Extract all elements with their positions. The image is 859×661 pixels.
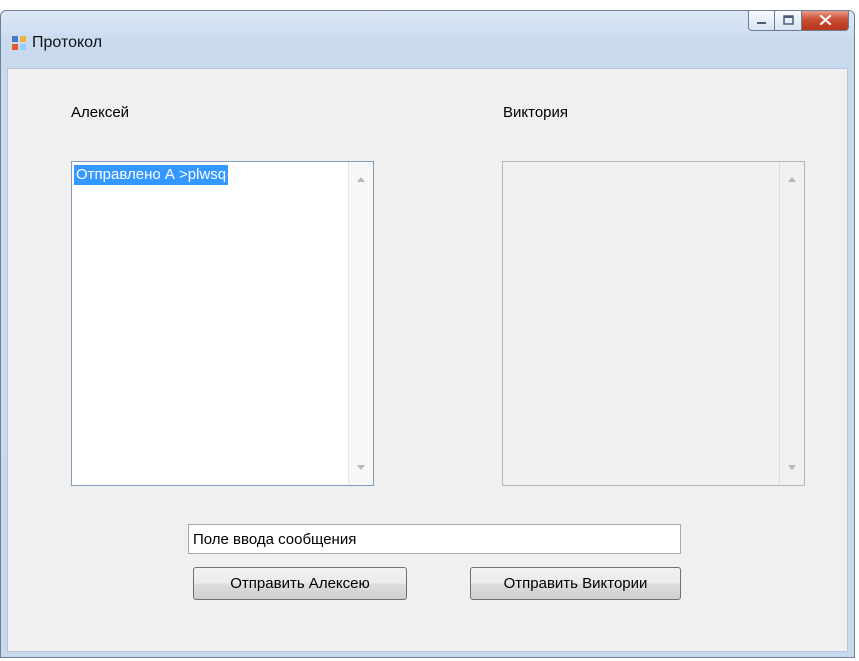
message-input[interactable] bbox=[188, 524, 681, 554]
viktoria-scrollbar[interactable] bbox=[779, 162, 804, 485]
window-caption-buttons bbox=[679, 11, 849, 33]
window-app-icon bbox=[12, 36, 26, 50]
viktoria-label: Виктория bbox=[503, 104, 569, 121]
scroll-down-icon[interactable] bbox=[357, 465, 365, 470]
alexey-scrollbar[interactable] bbox=[348, 162, 373, 485]
window-client-area: Алексей Виктория Отправлено А >plwsq Отп… bbox=[7, 68, 848, 652]
maximize-button[interactable] bbox=[775, 11, 802, 31]
protocol-window: Протокол Алексей Виктория Отправлено А >… bbox=[0, 10, 855, 658]
window-titlebar[interactable]: Протокол bbox=[1, 11, 854, 69]
screen: Протокол Алексей Виктория Отправлено А >… bbox=[0, 0, 859, 661]
close-button[interactable] bbox=[802, 11, 849, 31]
scroll-down-icon[interactable] bbox=[788, 465, 796, 470]
alexey-label: Алексей bbox=[71, 104, 130, 121]
scroll-up-icon[interactable] bbox=[788, 177, 796, 182]
scroll-up-icon[interactable] bbox=[357, 177, 365, 182]
send-to-alexey-button[interactable]: Отправить Алексею bbox=[193, 567, 407, 600]
alexey-message-list[interactable]: Отправлено А >plwsq bbox=[71, 161, 374, 486]
viktoria-message-list[interactable] bbox=[502, 161, 805, 486]
send-to-viktoria-button[interactable]: Отправить Виктории bbox=[470, 567, 681, 600]
close-icon bbox=[819, 12, 831, 30]
minimize-icon bbox=[756, 12, 767, 30]
minimize-button[interactable] bbox=[748, 11, 775, 31]
list-item[interactable]: Отправлено А >plwsq bbox=[74, 165, 229, 185]
maximize-icon bbox=[782, 12, 794, 30]
window-title: Протокол bbox=[32, 34, 103, 51]
